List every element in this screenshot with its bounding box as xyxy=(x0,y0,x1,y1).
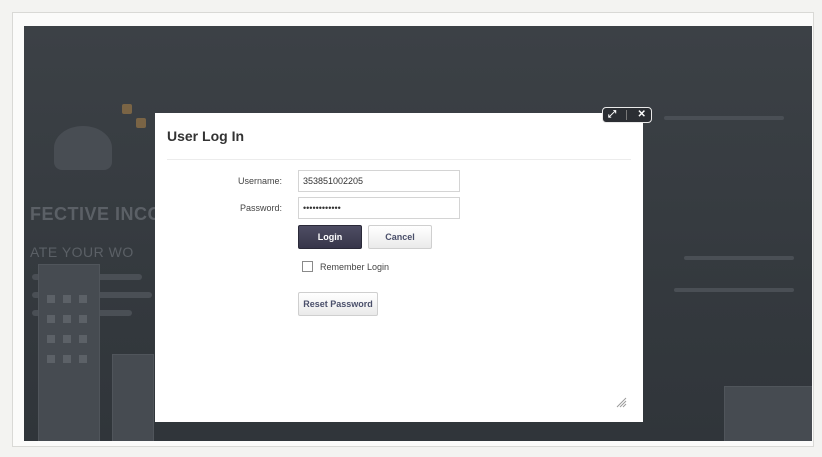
background-line xyxy=(674,288,794,292)
username-field[interactable] xyxy=(298,170,460,192)
background-text: ATE YOUR WO xyxy=(30,244,134,260)
close-icon[interactable]: ✕ xyxy=(638,108,646,122)
background-ornament xyxy=(136,118,146,128)
dialog-window-controls: ⤢ ✕ xyxy=(602,107,652,123)
background-building xyxy=(112,354,154,441)
background-building xyxy=(724,386,812,441)
expand-icon[interactable]: ⤢ xyxy=(608,108,616,122)
remember-login-checkbox[interactable] xyxy=(302,261,313,272)
password-field[interactable] xyxy=(298,197,460,219)
background-logo xyxy=(54,126,112,170)
title-divider xyxy=(167,159,631,160)
background-ornament xyxy=(122,104,132,114)
login-button[interactable]: Login xyxy=(298,225,362,249)
background-building xyxy=(38,264,100,441)
cancel-button[interactable]: Cancel xyxy=(368,225,432,249)
background-line xyxy=(684,256,794,260)
login-dialog: User Log In Username: Password: Login Ca… xyxy=(155,113,643,422)
remember-login-label[interactable]: Remember Login xyxy=(320,262,389,272)
resize-grip-icon[interactable] xyxy=(615,396,627,408)
background-line xyxy=(664,116,784,120)
username-label: Username: xyxy=(237,176,282,186)
background-heading: FECTIVE INCO xyxy=(30,204,163,224)
password-label: Password: xyxy=(239,203,282,213)
reset-password-button[interactable]: Reset Password xyxy=(298,292,378,316)
control-separator xyxy=(626,110,628,120)
dialog-title: User Log In xyxy=(167,128,245,144)
